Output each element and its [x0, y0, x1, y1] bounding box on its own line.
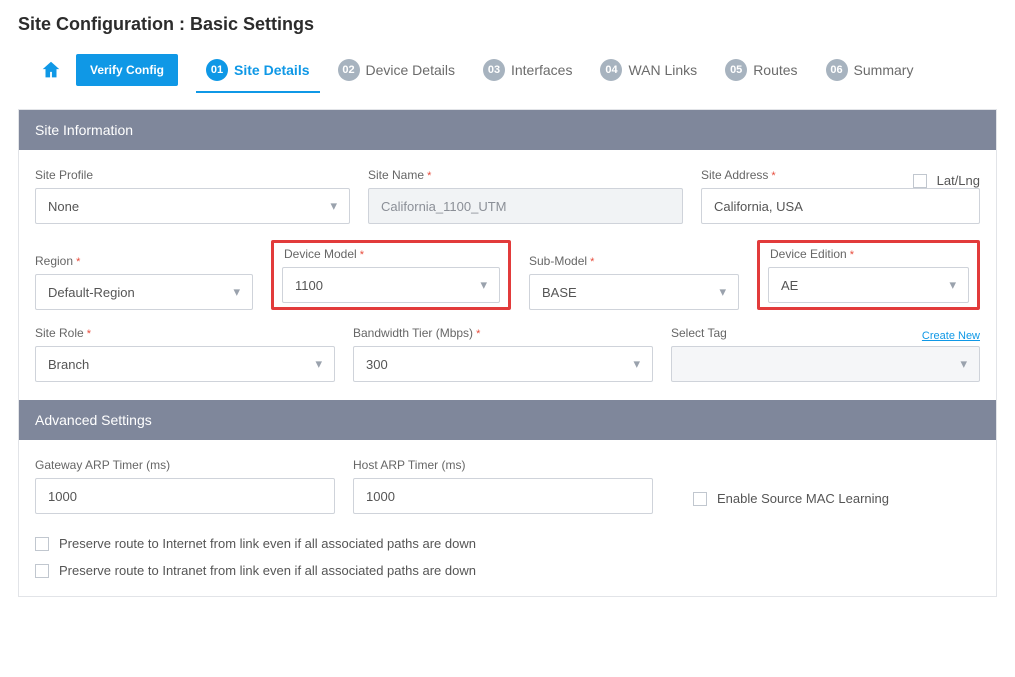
- step-num: 03: [483, 59, 505, 81]
- step-interfaces[interactable]: 03 Interfaces: [473, 53, 582, 87]
- region-value: Default-Region: [48, 285, 135, 300]
- step-label: Site Details: [234, 62, 309, 78]
- mac-learning-label: Enable Source MAC Learning: [717, 491, 889, 506]
- bandwidth-tier-label: Bandwidth Tier (Mbps): [353, 326, 653, 340]
- site-name-value: California_1100_UTM: [381, 199, 507, 214]
- home-icon[interactable]: [40, 59, 62, 81]
- sub-model-value: BASE: [542, 285, 577, 300]
- site-information-header: Site Information: [19, 110, 996, 150]
- step-summary[interactable]: 06 Summary: [816, 53, 924, 87]
- select-tag-select[interactable]: ▾: [671, 346, 980, 382]
- bandwidth-tier-value: 300: [366, 357, 388, 372]
- latlng-toggle[interactable]: Lat/Lng: [913, 173, 980, 188]
- chevron-down-icon: ▾: [480, 277, 487, 293]
- host-arp-input[interactable]: 1000: [353, 478, 653, 514]
- gateway-arp-value: 1000: [48, 489, 77, 504]
- device-edition-select[interactable]: AE ▾: [768, 267, 969, 303]
- device-model-label: Device Model: [284, 247, 504, 261]
- latlng-label: Lat/Lng: [937, 173, 980, 188]
- step-label: Summary: [854, 62, 914, 78]
- chevron-down-icon: ▾: [633, 356, 640, 372]
- step-routes[interactable]: 05 Routes: [715, 53, 807, 87]
- chevron-down-icon: ▾: [330, 198, 337, 214]
- chevron-down-icon: ▾: [949, 277, 956, 293]
- checkbox-icon: [913, 174, 927, 188]
- region-label: Region: [35, 254, 253, 268]
- site-role-label: Site Role: [35, 326, 335, 340]
- verify-config-button[interactable]: Verify Config: [76, 54, 178, 86]
- step-num: 06: [826, 59, 848, 81]
- mac-learning-toggle[interactable]: Enable Source MAC Learning: [671, 485, 980, 514]
- site-role-value: Branch: [48, 357, 89, 372]
- site-profile-label: Site Profile: [35, 168, 350, 182]
- step-label: Device Details: [366, 62, 455, 78]
- gateway-arp-label: Gateway ARP Timer (ms): [35, 458, 335, 472]
- device-edition-value: AE: [781, 278, 798, 293]
- step-site-details[interactable]: 01 Site Details: [196, 53, 319, 93]
- step-num: 01: [206, 59, 228, 81]
- checkbox-icon: [35, 564, 49, 578]
- sub-model-select[interactable]: BASE ▾: [529, 274, 739, 310]
- step-label: Routes: [753, 62, 797, 78]
- site-address-value: California, USA: [714, 199, 803, 214]
- bandwidth-tier-select[interactable]: 300 ▾: [353, 346, 653, 382]
- preserve-internet-label: Preserve route to Internet from link eve…: [59, 536, 476, 551]
- host-arp-label: Host ARP Timer (ms): [353, 458, 653, 472]
- device-model-value: 1100: [295, 278, 323, 293]
- step-label: Interfaces: [511, 62, 572, 78]
- advanced-settings-header: Advanced Settings: [19, 400, 996, 440]
- host-arp-value: 1000: [366, 489, 395, 504]
- preserve-internet-toggle[interactable]: Preserve route to Internet from link eve…: [35, 530, 980, 557]
- select-tag-label: Select Tag: [671, 326, 727, 340]
- site-address-label: Site Address: [701, 168, 776, 182]
- site-profile-select[interactable]: None ▾: [35, 188, 350, 224]
- page-title: Site Configuration : Basic Settings: [18, 14, 997, 35]
- preserve-intranet-label: Preserve route to Intranet from link eve…: [59, 563, 476, 578]
- create-new-link[interactable]: Create New: [922, 330, 980, 342]
- checkbox-icon: [35, 537, 49, 551]
- device-edition-label: Device Edition: [770, 247, 973, 261]
- site-role-select[interactable]: Branch ▾: [35, 346, 335, 382]
- chevron-down-icon: ▾: [960, 356, 967, 372]
- wizard-nav: Verify Config 01 Site Details 02 Device …: [18, 53, 997, 87]
- chevron-down-icon: ▾: [315, 356, 322, 372]
- gateway-arp-input[interactable]: 1000: [35, 478, 335, 514]
- step-num: 04: [600, 59, 622, 81]
- step-label: WAN Links: [628, 62, 697, 78]
- step-wan-links[interactable]: 04 WAN Links: [590, 53, 707, 87]
- checkbox-icon: [693, 492, 707, 506]
- step-device-details[interactable]: 02 Device Details: [328, 53, 465, 87]
- chevron-down-icon: ▾: [719, 284, 726, 300]
- site-name-input: California_1100_UTM: [368, 188, 683, 224]
- site-profile-value: None: [48, 199, 79, 214]
- preserve-intranet-toggle[interactable]: Preserve route to Intranet from link eve…: [35, 557, 980, 584]
- step-num: 05: [725, 59, 747, 81]
- sub-model-label: Sub-Model: [529, 254, 739, 268]
- device-model-select[interactable]: 1100 ▾: [282, 267, 500, 303]
- region-select[interactable]: Default-Region ▾: [35, 274, 253, 310]
- site-name-label: Site Name: [368, 168, 683, 182]
- site-address-input[interactable]: California, USA: [701, 188, 980, 224]
- step-num: 02: [338, 59, 360, 81]
- chevron-down-icon: ▾: [233, 284, 240, 300]
